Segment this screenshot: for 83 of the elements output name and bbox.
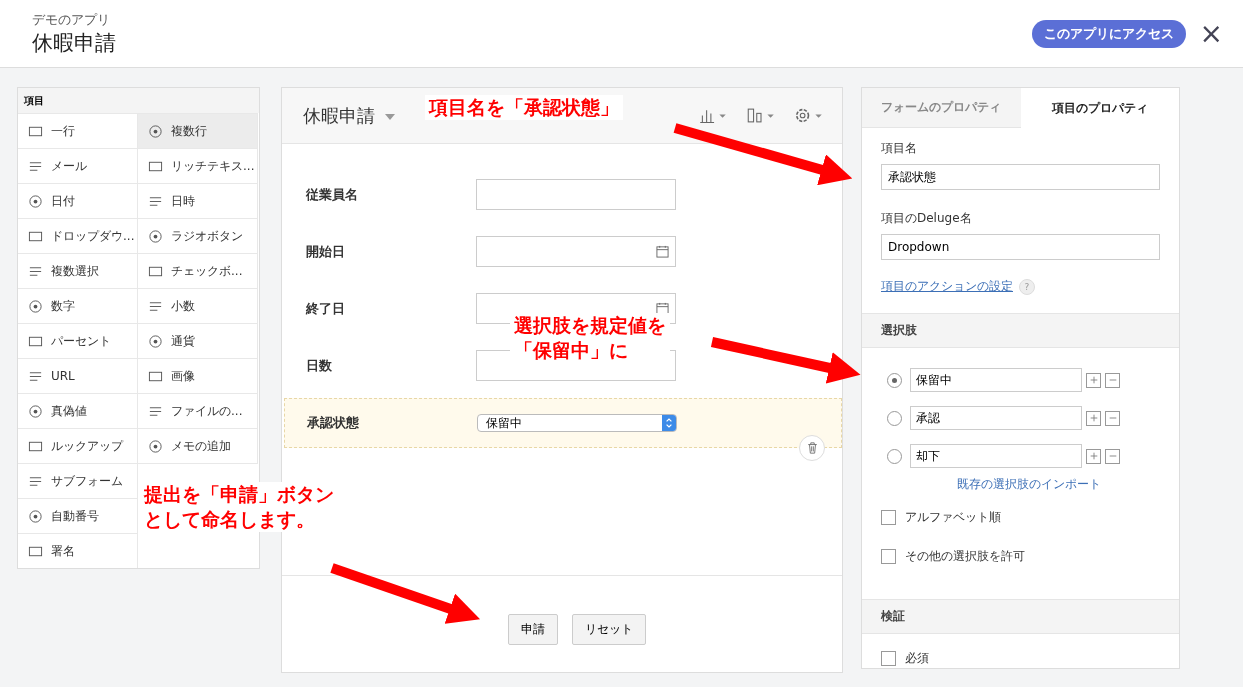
deluge-name-input[interactable]: Dropdown xyxy=(881,234,1160,260)
choice-input[interactable]: 承認 xyxy=(910,406,1082,430)
palette-title: 項目 xyxy=(18,88,259,113)
palette-item[interactable]: メール xyxy=(18,148,138,183)
palette-item[interactable]: サブフォーム xyxy=(18,463,138,498)
close-button[interactable]: × xyxy=(1199,19,1223,48)
field-type-icon xyxy=(148,123,163,139)
field-name-label: 項目名 xyxy=(881,140,918,157)
settings-icon[interactable] xyxy=(794,107,824,124)
field-type-icon xyxy=(148,333,163,349)
palette-item[interactable]: ドロップダウ... xyxy=(18,218,138,253)
palette-item[interactable]: 署名 xyxy=(18,533,138,568)
field-type-icon xyxy=(148,228,163,244)
palette-item[interactable]: 複数選択 xyxy=(18,253,138,288)
palette-item[interactable]: リッチテキス... xyxy=(138,148,258,183)
text-input[interactable] xyxy=(476,179,676,210)
palette-item[interactable]: 画像 xyxy=(138,358,258,393)
annotation-callout: 選択肢を規定値を 「保留中」に xyxy=(510,313,670,363)
palette-item[interactable]: ラジオボタン xyxy=(138,218,258,253)
form-button[interactable]: 申請 xyxy=(508,613,558,645)
action-settings-link[interactable]: 項目のアクションの設定 xyxy=(881,278,1013,295)
plus-icon xyxy=(1088,451,1099,461)
remove-choice-button[interactable] xyxy=(1105,372,1120,388)
field-name-input[interactable]: 承認状態 xyxy=(881,164,1160,190)
stepper-arrows-icon xyxy=(665,417,673,429)
remove-choice-button[interactable] xyxy=(1105,410,1120,426)
palette-item[interactable]: パーセント xyxy=(18,323,138,358)
choice-input[interactable]: 保留中 xyxy=(910,368,1082,392)
palette-item[interactable]: 日付 xyxy=(18,183,138,218)
field-type-icon xyxy=(28,298,43,314)
palette-item[interactable]: ルックアップ xyxy=(18,428,138,463)
caret-icon xyxy=(384,113,395,120)
checkbox[interactable] xyxy=(881,510,896,525)
form-name-dropdown[interactable]: 休暇申請 xyxy=(303,103,395,128)
form-title: 休暇申請 xyxy=(32,29,116,57)
remove-choice-button[interactable] xyxy=(1105,448,1120,464)
form-button[interactable]: リセット xyxy=(572,613,646,645)
field-type-icon xyxy=(148,438,163,454)
choice-input[interactable]: 却下 xyxy=(910,444,1082,468)
add-choice-button[interactable] xyxy=(1086,372,1101,388)
palette-item[interactable]: チェックボ... xyxy=(138,253,258,288)
palette-item[interactable]: 複数行 xyxy=(138,113,258,148)
palette-item[interactable]: 自動番号 xyxy=(18,498,138,533)
plus-icon xyxy=(1088,375,1099,385)
field-label[interactable]: 日数 xyxy=(306,356,476,375)
section-header: 選択肢 xyxy=(862,313,1179,348)
dropdown-select[interactable]: 保留中 xyxy=(477,414,677,432)
palette-item[interactable]: URL xyxy=(18,358,138,393)
calendar-icon xyxy=(656,302,669,315)
import-choices-link[interactable]: 既存の選択肢のインポート xyxy=(956,476,1101,493)
palette-item[interactable]: メモの追加 xyxy=(138,428,258,463)
field-label[interactable]: 終了日 xyxy=(306,299,476,318)
delete-button[interactable] xyxy=(799,435,825,461)
date-input[interactable] xyxy=(476,236,676,267)
field-type-icon xyxy=(28,193,43,209)
palette-item[interactable]: 日時 xyxy=(138,183,258,218)
deluge-name-label: 項目のDeluge名 xyxy=(881,210,973,227)
field-label[interactable]: 承認状態 xyxy=(307,414,477,432)
palette-item[interactable]: ファイルの... xyxy=(138,393,258,428)
checkbox-label: その他の選択肢を許可 xyxy=(905,548,1025,565)
checkbox-label: アルファベット順 xyxy=(905,509,1001,526)
palette-item[interactable]: 数字 xyxy=(18,288,138,323)
calendar-icon xyxy=(656,245,669,258)
field-type-icon xyxy=(28,403,43,419)
field-type-icon xyxy=(28,508,43,524)
checkbox[interactable] xyxy=(881,651,896,666)
add-choice-button[interactable] xyxy=(1086,410,1101,426)
access-app-button[interactable]: このアプリにアクセス xyxy=(1031,19,1186,48)
plus-icon xyxy=(1088,413,1099,423)
section-header: 検証 xyxy=(862,599,1179,634)
checkbox-label: 必須 xyxy=(905,650,929,667)
checkbox[interactable] xyxy=(881,549,896,564)
app-name: デモのアプリ xyxy=(32,10,111,29)
add-choice-button[interactable] xyxy=(1086,448,1101,464)
field-label[interactable]: 従業員名 xyxy=(306,185,476,204)
layout-icon[interactable] xyxy=(746,107,776,124)
palette-item[interactable]: 通貨 xyxy=(138,323,258,358)
palette-item[interactable]: 真偽値 xyxy=(18,393,138,428)
trash-icon xyxy=(806,442,818,454)
annotation-callout: 項目名を「承認状態」 xyxy=(425,95,623,120)
field-label[interactable]: 開始日 xyxy=(306,242,476,261)
chart-icon[interactable] xyxy=(698,107,728,124)
palette-item[interactable]: 小数 xyxy=(138,288,258,323)
